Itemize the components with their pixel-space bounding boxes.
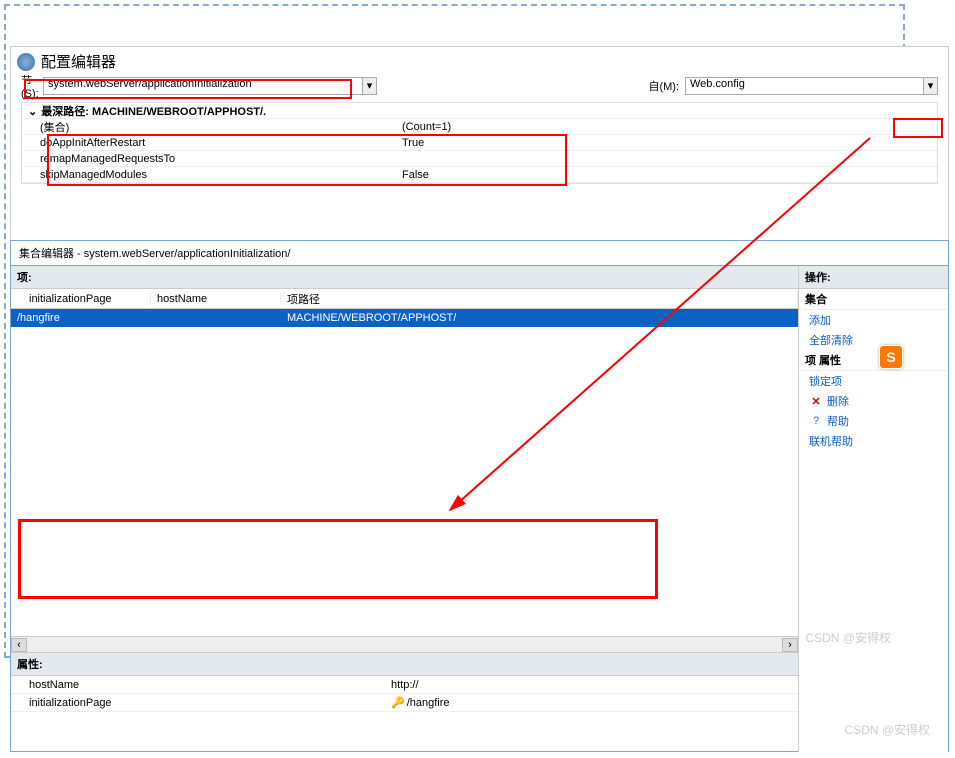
window-header: 配置编辑器 — [11, 47, 948, 76]
section-label: 节(S): — [21, 72, 43, 100]
dialog-title: 集合编辑器 - system.webServer/applicationInit… — [11, 241, 948, 266]
watermark: CSDN @安得权 — [805, 629, 891, 646]
delete-link[interactable]: ✕删除 — [799, 391, 948, 411]
col-path[interactable]: 项路径 — [281, 291, 798, 307]
section-row: 节(S): system.webServer/applicationInitia… — [11, 76, 948, 96]
remove-all-link[interactable]: 全部清除 — [799, 330, 948, 350]
table-row[interactable]: /hangfire MACHINE/WEBROOT/APPHOST/ — [11, 309, 798, 327]
config-editor-window: 配置编辑器 节(S): system.webServer/application… — [10, 46, 949, 264]
grid-row[interactable]: skipManagedModulesFalse — [22, 167, 937, 183]
watermark: CSDN @安得权 — [844, 721, 930, 738]
table-header: initializationPage hostName 项路径 — [11, 289, 798, 309]
help-link[interactable]: ?帮助 — [799, 411, 948, 431]
grid-row[interactable]: remapManagedRequestsTo — [22, 151, 937, 167]
col-init-page[interactable]: initializationPage — [11, 293, 151, 305]
x-icon: ✕ — [809, 395, 823, 408]
from-dropdown-icon[interactable]: ▾ — [924, 77, 938, 95]
items-header: 项: — [11, 266, 798, 289]
props-header: 属性: — [11, 653, 798, 676]
lock-link[interactable]: 锁定项 — [799, 371, 948, 391]
properties-grid: ⌄最深路径: MACHINE/WEBROOT/APPHOST/. (集合)(Co… — [21, 102, 938, 184]
from-input[interactable]: Web.config — [685, 77, 924, 95]
help-icon: ? — [809, 415, 823, 427]
section-dropdown-icon[interactable]: ▾ — [363, 77, 377, 95]
globe-icon — [17, 53, 35, 71]
actions-header: 操作: — [799, 266, 948, 289]
actions-panel: 操作: 集合 添加 全部清除 项 属性 锁定项 ✕删除 ?帮助 联机帮助 — [798, 266, 948, 752]
path-row[interactable]: ⌄最深路径: MACHINE/WEBROOT/APPHOST/. — [22, 103, 937, 119]
actions-item-props-label: 项 属性 — [799, 350, 948, 371]
prop-row[interactable]: initializationPage 🔑/hangfire — [11, 694, 798, 712]
collection-editor-dialog: 集合编辑器 - system.webServer/applicationInit… — [10, 240, 949, 752]
chevron-down-icon[interactable]: ⌄ — [28, 105, 37, 118]
sogou-ime-icon[interactable]: S — [879, 345, 903, 369]
online-help-link[interactable]: 联机帮助 — [799, 431, 948, 451]
scroll-right-icon[interactable]: › — [782, 638, 798, 652]
add-link[interactable]: 添加 — [799, 310, 948, 330]
key-icon: 🔑 — [391, 697, 405, 709]
dialog-left-panel: 项: initializationPage hostName 项路径 /hang… — [11, 266, 798, 752]
prop-row[interactable]: hostName http:// — [11, 676, 798, 694]
from-label: 自(M): — [648, 78, 679, 94]
actions-collection-label: 集合 — [799, 289, 948, 310]
section-input[interactable]: system.webServer/applicationInitializati… — [43, 77, 363, 95]
items-table: initializationPage hostName 项路径 /hangfir… — [11, 289, 798, 636]
empty-area — [11, 327, 798, 467]
col-hostname[interactable]: hostName — [151, 293, 281, 305]
window-title: 配置编辑器 — [41, 51, 116, 72]
grid-row[interactable]: (集合)(Count=1) — [22, 119, 937, 135]
grid-row[interactable]: doAppInitAfterRestartTrue — [22, 135, 937, 151]
properties-panel: 属性: hostName http:// initializationPage … — [11, 652, 798, 752]
scroll-left-icon[interactable]: ‹ — [11, 638, 27, 652]
horizontal-scrollbar[interactable]: ‹ › — [11, 636, 798, 652]
